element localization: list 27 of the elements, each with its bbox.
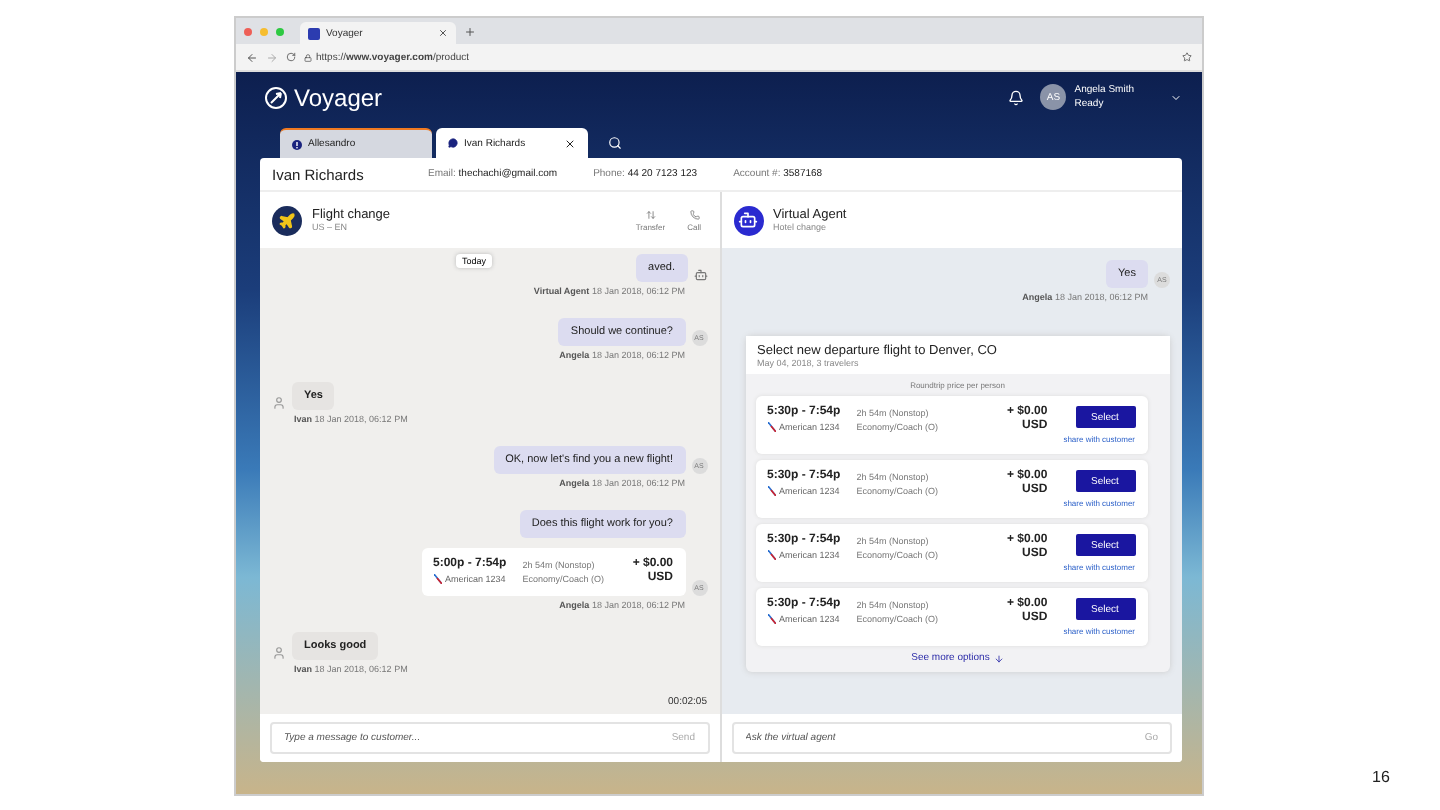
logo-icon xyxy=(264,85,288,109)
airline-logo-icon xyxy=(767,550,775,560)
back-icon[interactable] xyxy=(246,51,258,63)
alert-icon xyxy=(292,139,302,149)
arrow-down-icon xyxy=(993,653,1004,663)
close-icon[interactable] xyxy=(564,137,576,149)
chat-icon xyxy=(448,138,458,148)
airline-logo-icon xyxy=(767,614,775,624)
new-tab-icon[interactable] xyxy=(464,25,476,37)
page-number: 16 xyxy=(1372,768,1390,786)
person-icon xyxy=(272,646,286,660)
person-icon xyxy=(272,396,286,410)
reload-icon[interactable] xyxy=(286,52,296,62)
phone-icon xyxy=(689,209,700,219)
airline-logo-icon xyxy=(767,422,775,432)
airline-logo-icon xyxy=(767,486,775,496)
robot-icon xyxy=(738,210,758,230)
chevron-down-icon[interactable] xyxy=(1170,91,1182,103)
favicon-icon xyxy=(308,27,320,39)
bookmark-star-icon[interactable] xyxy=(1182,52,1192,62)
airline-logo-icon xyxy=(433,574,441,584)
transfer-icon xyxy=(645,209,656,219)
plane-icon xyxy=(278,211,296,229)
search-icon[interactable] xyxy=(608,136,622,150)
notifications-icon[interactable] xyxy=(1008,89,1025,105)
logo-text: Voyager xyxy=(294,83,383,111)
robot-icon xyxy=(693,268,707,282)
